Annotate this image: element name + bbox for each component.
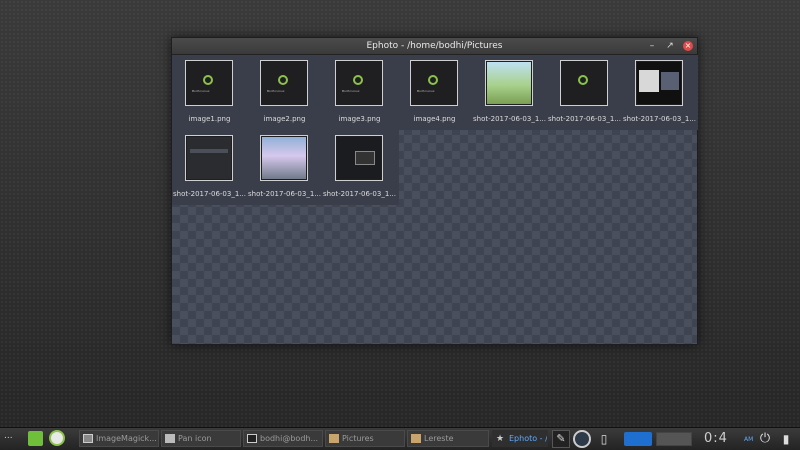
thumbnail-caption: image4.png xyxy=(413,115,456,123)
folder-icon xyxy=(329,434,339,443)
pager-desktop[interactable] xyxy=(656,432,692,446)
network-icon[interactable] xyxy=(573,430,591,448)
thumbnail-caption: shot-2017-06-03_1... xyxy=(548,115,621,123)
task-pan-icon[interactable]: Pan icon xyxy=(161,430,241,447)
thumbnail-caption: image1.png xyxy=(188,115,231,123)
minimize-button[interactable]: – xyxy=(647,41,657,51)
thumbnail-image xyxy=(335,135,383,181)
thumbnail-image xyxy=(635,60,683,106)
logo-text: Bodhi Linux xyxy=(267,89,285,93)
task-pictures[interactable]: Pictures xyxy=(325,430,405,447)
thumbnail-item[interactable]: shot-2017-06-03_1... xyxy=(247,130,322,205)
thumbnail-image: Bodhi Linux xyxy=(410,60,458,106)
screenshot-preview xyxy=(187,137,231,179)
task-label: Pictures xyxy=(342,434,374,443)
task-label: Ephoto - /l xyxy=(509,434,548,443)
task-imagemagick[interactable]: ImageMagick... xyxy=(79,430,159,447)
thumbnail-grid: Bodhi Linux image1.png Bodhi Linux image… xyxy=(172,55,698,344)
logo-text: Bodhi Linux xyxy=(192,89,210,93)
thumbnail-image: Bodhi Linux xyxy=(260,60,308,106)
bodhi-logo-icon xyxy=(353,75,363,85)
power-icon[interactable]: ⏻ xyxy=(756,430,774,448)
ephoto-icon: ★ xyxy=(496,434,505,444)
task-terminal[interactable]: bodhi@bodh... xyxy=(243,430,323,447)
ephoto-window: Ephoto - /home/bodhi/Pictures – ↗ × Bodh… xyxy=(171,37,698,345)
thumbnail-item[interactable]: shot-2017-06-03_1... xyxy=(172,130,247,205)
screenshot-preview xyxy=(637,62,681,104)
task-ephoto-active[interactable]: ★ Ephoto - /l xyxy=(492,430,548,447)
pen-tool-icon[interactable]: ✎ xyxy=(552,430,570,448)
bodhi-logo-icon xyxy=(203,75,213,85)
terminal-icon xyxy=(247,434,257,443)
thumbnail-item[interactable]: Bodhi Linux image2.png xyxy=(247,55,322,130)
app-launcher-icon[interactable] xyxy=(28,431,43,446)
thumbnail-caption: shot-2017-06-03_1... xyxy=(173,190,246,198)
start-menu-button[interactable]: ... xyxy=(4,431,13,449)
thumbnail-caption: shot-2017-06-03_1... xyxy=(248,190,321,198)
thumbnail-image: Bodhi Linux xyxy=(185,60,233,106)
window-titlebar[interactable]: Ephoto - /home/bodhi/Pictures – ↗ × xyxy=(172,38,697,55)
thumbnail-caption: image2.png xyxy=(263,115,306,123)
bodhi-logo-icon xyxy=(278,75,288,85)
thumbnail-caption: image3.png xyxy=(338,115,381,123)
bodhi-logo-icon[interactable] xyxy=(49,430,65,446)
thumbnail-caption: shot-2017-06-03_1... xyxy=(323,190,396,198)
pan-icon xyxy=(165,434,175,443)
thumbnail-caption: shot-2017-06-03_1... xyxy=(623,115,696,123)
taskbar: ... ImageMagick... Pan icon bodhi@bodh..… xyxy=(0,427,800,450)
camera-icon[interactable] xyxy=(624,432,652,446)
thumbnail-item[interactable]: Bodhi Linux image3.png xyxy=(322,55,397,130)
logo-text: Bodhi Linux xyxy=(342,89,360,93)
screenshot-preview xyxy=(337,137,381,179)
thumbnail-image: Bodhi Linux xyxy=(335,60,383,106)
clipboard-icon[interactable]: ▯ xyxy=(596,430,612,448)
task-label: Lereste xyxy=(424,434,454,443)
landscape-preview xyxy=(262,137,306,179)
task-label: bodhi@bodh... xyxy=(260,434,319,443)
close-button[interactable]: × xyxy=(683,41,693,51)
thumbnail-image xyxy=(185,135,233,181)
thumbnail-item[interactable]: Bodhi Linux image4.png xyxy=(397,55,472,130)
thumbnail-image xyxy=(260,135,308,181)
thumbnail-image xyxy=(560,60,608,106)
landscape-preview xyxy=(487,62,531,104)
thumbnail-item[interactable]: shot-2017-06-03_1... xyxy=(622,55,697,130)
window-title: Ephoto - /home/bodhi/Pictures xyxy=(366,41,503,51)
thumbnail-image xyxy=(485,60,533,106)
task-lereste[interactable]: Lereste xyxy=(407,430,489,447)
maximize-button[interactable]: ↗ xyxy=(665,41,675,51)
folder-icon xyxy=(411,434,421,443)
bodhi-logo-icon xyxy=(578,75,588,85)
thumbnail-item[interactable]: Bodhi Linux image1.png xyxy=(172,55,247,130)
task-label: Pan icon xyxy=(178,434,212,443)
clock-ampm: AM xyxy=(744,436,754,443)
thumbnail-caption: shot-2017-06-03_1... xyxy=(473,115,546,123)
task-label: ImageMagick... xyxy=(96,434,157,443)
clock[interactable]: 0:4 xyxy=(704,431,728,446)
bodhi-logo-icon xyxy=(428,75,438,85)
thumbnail-item[interactable]: shot-2017-06-03_1... xyxy=(472,55,547,130)
image-icon xyxy=(83,434,93,443)
logo-text: Bodhi Linux xyxy=(417,89,435,93)
thumbnail-item[interactable]: shot-2017-06-03_1... xyxy=(322,130,397,205)
thumbnail-item[interactable]: shot-2017-06-03_1... xyxy=(547,55,622,130)
trash-icon[interactable]: ▮ xyxy=(780,430,792,448)
